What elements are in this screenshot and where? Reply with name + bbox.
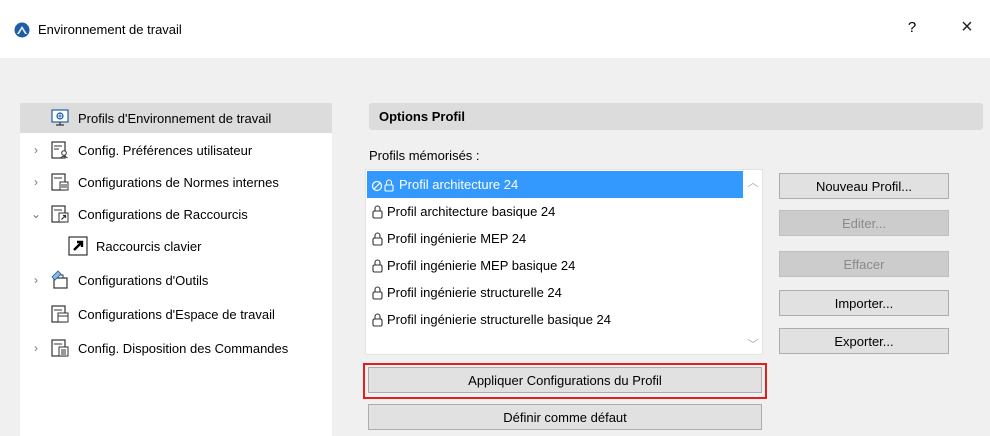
lock-icon [371, 231, 385, 247]
workspace-icon [51, 305, 69, 323]
tree-item-label: Config. Disposition des Commandes [78, 340, 289, 356]
section-title: Options Profil [379, 109, 465, 124]
list-item[interactable]: Profil architecture basique 24 [367, 198, 743, 225]
profile-name: Profil ingénierie structurelle 24 [387, 285, 562, 300]
scroll-down-arrow[interactable]: ﹀ [746, 336, 760, 352]
lock-icon [371, 285, 385, 301]
profile-name: Profil architecture basique 24 [387, 204, 556, 219]
chevron-right-icon[interactable]: › [28, 273, 44, 287]
tree-item-label: Configurations d'Outils [78, 272, 209, 288]
chevron-down-icon[interactable]: ⌄ [28, 207, 44, 221]
tree-item-label: Config. Préférences utilisateur [78, 142, 253, 158]
profile-name: Profil ingénierie MEP 24 [387, 231, 527, 246]
tree-item-standards[interactable]: › Configurations de Normes internes [20, 167, 332, 197]
list-item[interactable]: Profil ingénierie MEP 24 [367, 225, 743, 252]
tree-item-label: Raccourcis clavier [96, 238, 202, 254]
standards-icon [51, 173, 69, 191]
set-default-button[interactable]: Définir comme défaut [368, 404, 762, 430]
profile-name: Profil ingénierie MEP basique 24 [387, 258, 576, 273]
chevron-right-icon[interactable]: › [28, 143, 44, 157]
environment-tree: › Profils d'Environnement de travail › C… [20, 103, 332, 436]
options-profile-header: Options Profil [369, 103, 983, 130]
chevron-right-icon[interactable]: › [28, 175, 44, 189]
tree-item-tools[interactable]: › Configurations d'Outils [20, 265, 332, 295]
list-item[interactable]: Profil ingénierie structurelle 24 [367, 279, 743, 306]
tree-item-keyboard-shortcuts[interactable]: › Raccourcis clavier [20, 231, 332, 261]
lock-icon [371, 312, 385, 328]
active-lock-icon [371, 177, 397, 193]
chevron-right-icon[interactable]: › [28, 341, 44, 355]
title-bar: Environnement de travail ? × [0, 0, 990, 58]
shortcuts-config-icon [51, 205, 69, 223]
tree-item-label: Configurations d'Espace de travail [78, 306, 275, 322]
edit-button[interactable]: Editer... [779, 210, 949, 236]
help-button[interactable]: ? [902, 19, 922, 36]
tree-item-user-preferences[interactable]: › Config. Préférences utilisateur [20, 135, 332, 165]
list-item[interactable]: Profil architecture 24 [367, 171, 743, 198]
tree-item-label: Configurations de Normes internes [78, 174, 279, 190]
export-button[interactable]: Exporter... [779, 328, 949, 354]
tree-item-label: Configurations de Raccourcis [78, 206, 248, 222]
user-preferences-icon [51, 141, 68, 159]
dialog-body: › Profils d'Environnement de travail › C… [0, 58, 990, 436]
command-layout-icon [51, 339, 69, 357]
tree-item-shortcuts[interactable]: ⌄ Configurations de Raccourcis [20, 199, 332, 229]
new-profile-button[interactable]: Nouveau Profil... [779, 173, 949, 199]
list-item[interactable]: Profil ingénierie MEP basique 24 [367, 252, 743, 279]
profiles-list[interactable]: Profil architecture 24 Profil architectu… [365, 169, 763, 355]
tree-item-command-layout[interactable]: › Config. Disposition des Commandes [20, 333, 332, 363]
archicad-app-icon [14, 22, 30, 38]
delete-button[interactable]: Effacer [779, 251, 949, 277]
profile-name: Profil architecture 24 [399, 177, 519, 192]
import-button[interactable]: Importer... [779, 290, 949, 316]
tools-icon [51, 270, 68, 289]
lock-icon [371, 204, 385, 220]
monitor-profile-icon [51, 109, 69, 126]
tree-item-label: Profils d'Environnement de travail [78, 110, 272, 126]
tree-item-workspace[interactable]: › Configurations d'Espace de travail [20, 299, 332, 329]
keyboard-shortcut-icon [68, 236, 88, 256]
close-button[interactable]: × [956, 16, 978, 39]
tree-item-profiles[interactable]: › Profils d'Environnement de travail [20, 103, 332, 133]
memorized-profiles-label: Profils mémorisés : [369, 148, 480, 163]
window-title: Environnement de travail [38, 22, 182, 37]
lock-icon [371, 258, 385, 274]
list-item[interactable]: Profil ingénierie structurelle basique 2… [367, 306, 743, 333]
apply-profile-button[interactable]: Appliquer Configurations du Profil [368, 367, 762, 393]
profile-name: Profil ingénierie structurelle basique 2… [387, 312, 612, 327]
scroll-up-arrow[interactable]: ︿ [746, 174, 760, 190]
